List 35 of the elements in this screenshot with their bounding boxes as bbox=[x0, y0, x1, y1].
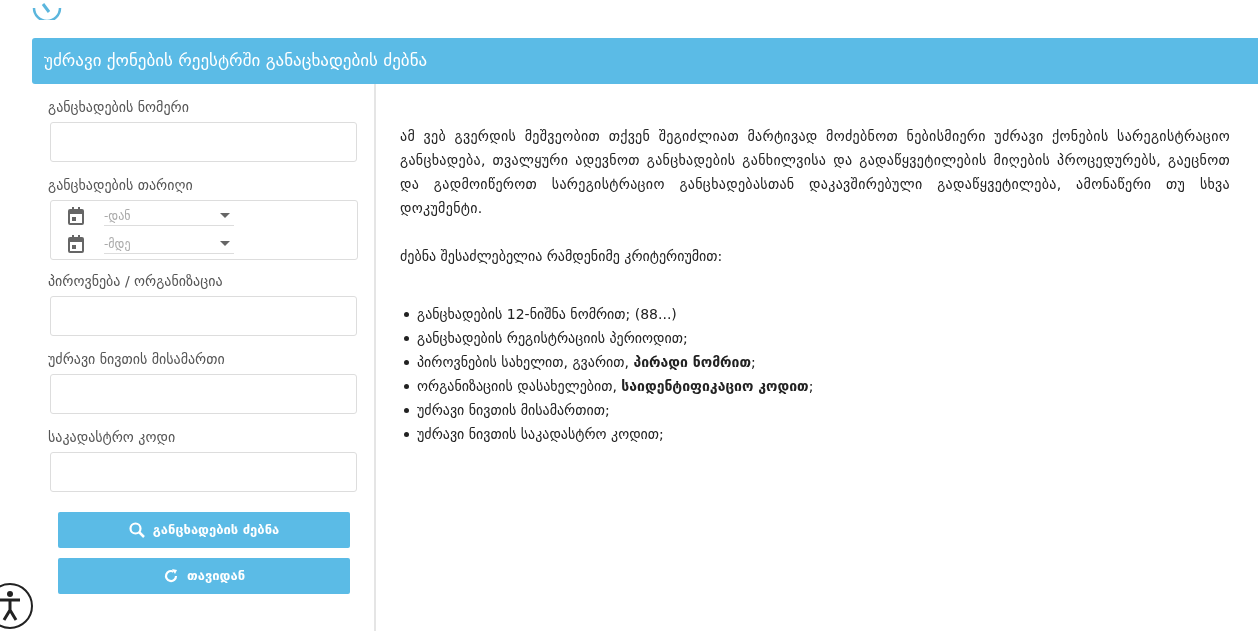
bullet-icon bbox=[404, 408, 409, 413]
field-label: საკადასტრო კოდი bbox=[48, 428, 177, 447]
intro-paragraph: ამ ვებ გვერდის მეშვეობით თქვენ შეგიძლიათ მარტივად მოძებნოთ ნებისმიერი უძრავი ქონების სარეგისტრაციო განცხადება, თვალყური ადევნოთ განცხადების განხილვისა და გადაწყვეტილების მიღების პროცედურებს, გაეცნოთ და გადმოიწეროთ სარეგისტრაციო განცხადებასთან დაკავშირებული გადაწყვეტილება, ამონაწერი თუ სხვა დოკუმენტი. bbox=[400, 127, 1230, 218]
criteria-item: ორგანიზაციის დასახელებით, საიდენტიფიკაციო კოდით; bbox=[417, 377, 814, 396]
criteria-heading: ძებნა შესაძლებელია რამდენიმე კრიტერიუმით: bbox=[400, 247, 724, 266]
bullet-icon bbox=[404, 432, 409, 437]
caret-icon bbox=[220, 241, 230, 246]
refresh-icon bbox=[162, 568, 179, 584]
input-field[interactable] bbox=[50, 296, 357, 336]
field-label: პიროვნება / ორგანიზაცია bbox=[48, 272, 224, 291]
input-field[interactable] bbox=[50, 452, 357, 492]
bullet-icon bbox=[404, 360, 409, 365]
criteria-item: უძრავი ნივთის მისამართით; bbox=[417, 401, 610, 420]
criteria-item: განცხადების 12-ნიშნა ნომრით; (88...) bbox=[417, 305, 677, 324]
field-label: განცხადების ნომერი bbox=[48, 98, 190, 117]
calendar-icon[interactable] bbox=[68, 207, 84, 225]
field-label: განცხადების თარიღი bbox=[48, 176, 194, 195]
reset-button[interactable]: თავიდან bbox=[58, 558, 350, 594]
date-dropdown[interactable]: -დან bbox=[104, 206, 234, 226]
search-icon bbox=[128, 522, 145, 538]
field-label: უძრავი ნივთის მისამართი bbox=[48, 350, 226, 369]
bullet-icon bbox=[404, 312, 409, 317]
page-title-bar: უძრავი ქონების რეესტრში განაცხადების ძებნა bbox=[32, 38, 1258, 84]
bullet-icon bbox=[404, 336, 409, 341]
criteria-item: პიროვნების სახელით, გვარით, პირადი ნომრით; bbox=[417, 353, 756, 372]
caret-icon bbox=[220, 213, 230, 218]
input-field[interactable] bbox=[50, 374, 357, 414]
calendar-icon[interactable] bbox=[68, 235, 84, 253]
date-dropdown[interactable]: -მდე bbox=[104, 234, 234, 254]
criteria-item: უძრავი ნივთის საკადასტრო კოდით; bbox=[417, 425, 664, 444]
search-button[interactable]: განცხადების ძებნა bbox=[58, 512, 350, 548]
accessibility-icon[interactable] bbox=[0, 582, 34, 630]
bullet-icon bbox=[404, 384, 409, 389]
criteria-item: განცხადების რეგისტრაციის პერიოდით; bbox=[417, 329, 688, 348]
input-field[interactable] bbox=[50, 122, 357, 162]
